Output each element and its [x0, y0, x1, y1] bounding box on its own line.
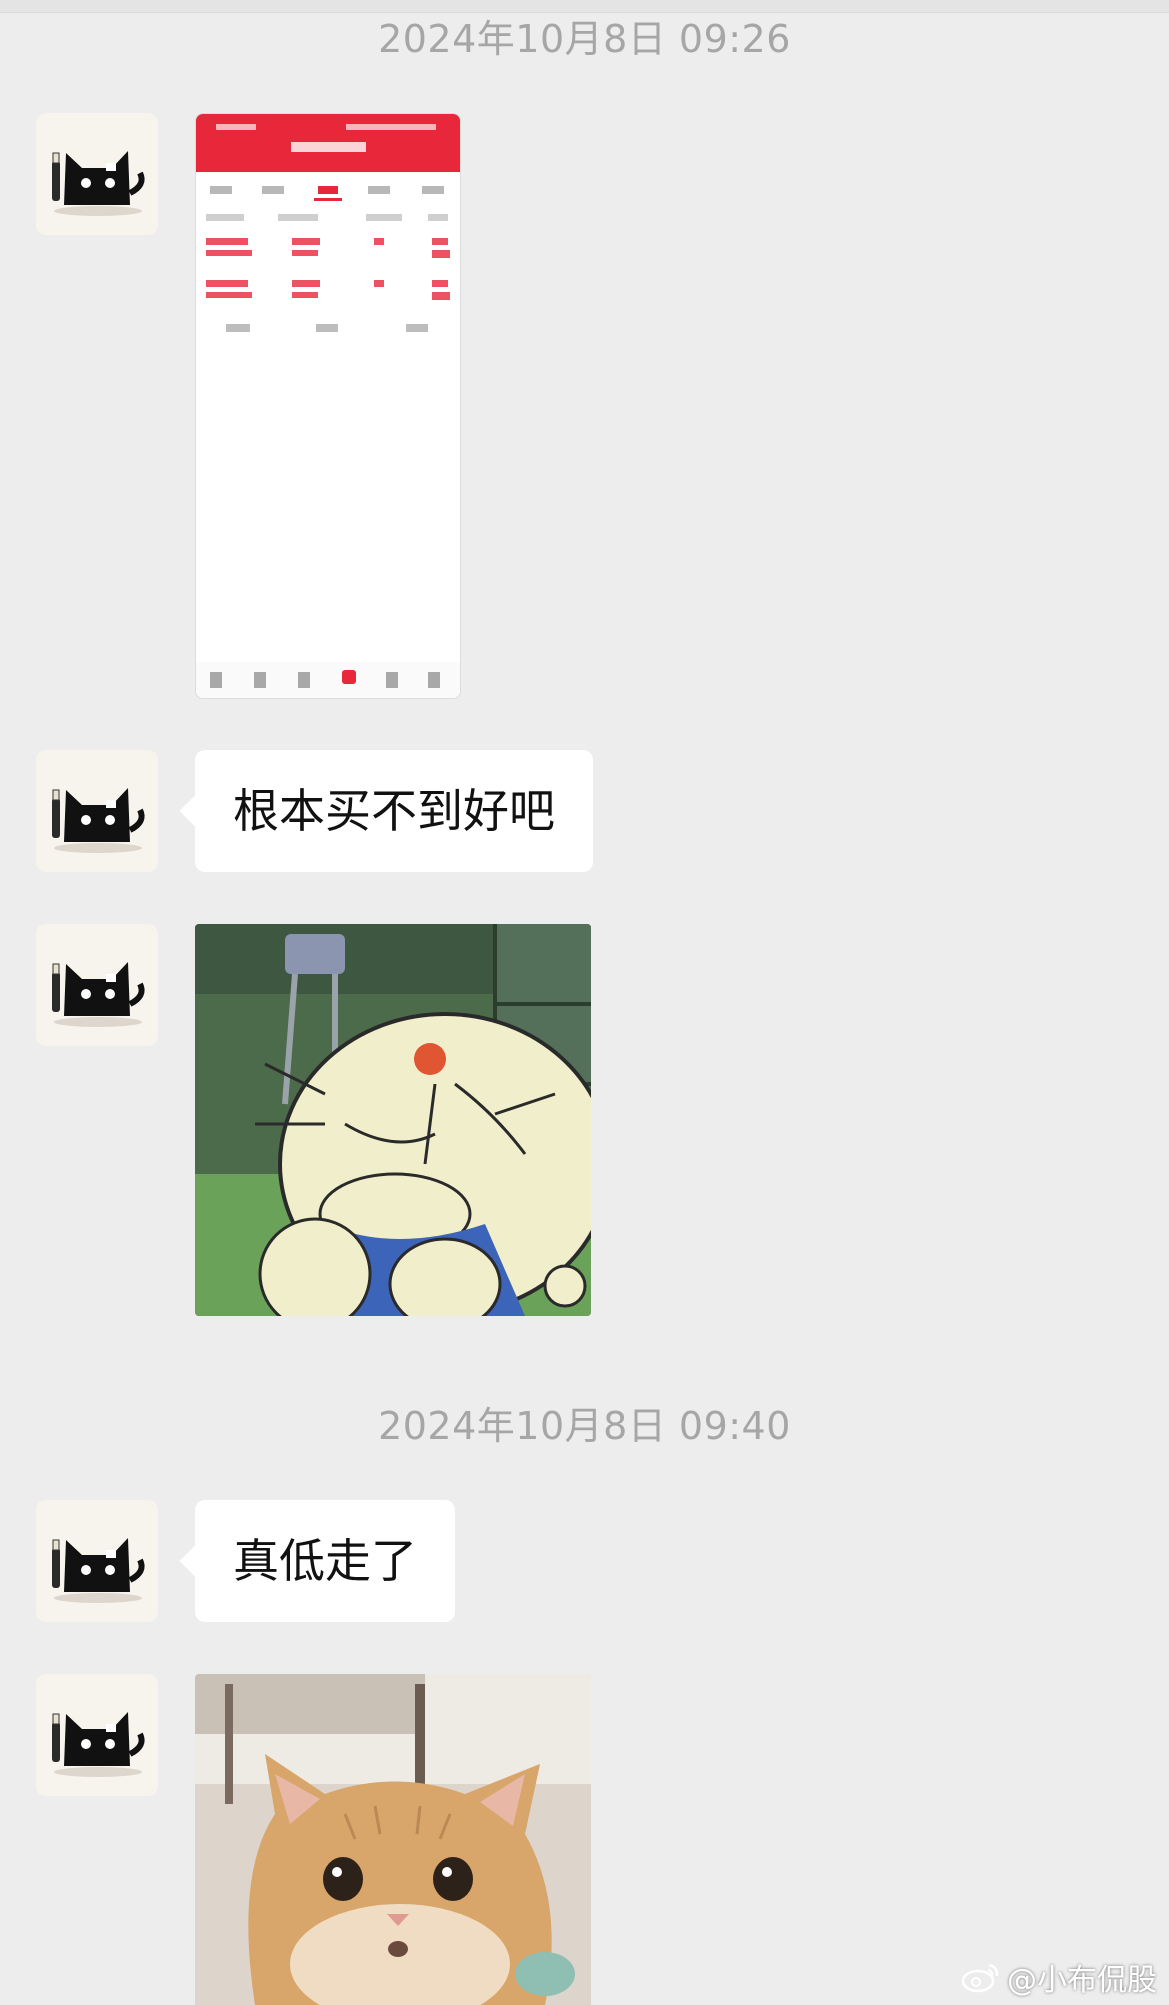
weibo-icon [961, 1963, 999, 1993]
orange-cat-sticker[interactable] [195, 1674, 591, 2005]
message-bubble[interactable]: 真低走了 [195, 1500, 455, 1622]
avatar[interactable] [36, 924, 158, 1046]
black-cat-avatar-icon [36, 113, 158, 235]
black-cat-avatar-icon [36, 924, 158, 1046]
black-cat-avatar-icon [36, 1674, 158, 1796]
black-cat-avatar-icon [36, 1500, 158, 1622]
avatar[interactable] [36, 1500, 158, 1622]
doraemon-sticker[interactable] [195, 924, 591, 1316]
avatar[interactable] [36, 1674, 158, 1796]
avatar[interactable] [36, 113, 158, 235]
stock-app-screenshot[interactable] [195, 113, 461, 699]
watermark-text: @小布侃股 [1007, 1963, 1157, 1998]
avatar[interactable] [36, 750, 158, 872]
message-bubble[interactable]: 根本买不到好吧 [195, 750, 593, 872]
black-cat-avatar-icon [36, 750, 158, 872]
timestamp: 2024年10月8日 09:40 [378, 1404, 791, 1448]
timestamp: 2024年10月8日 09:26 [378, 17, 791, 61]
watermark: @小布侃股 [961, 1955, 1157, 1999]
